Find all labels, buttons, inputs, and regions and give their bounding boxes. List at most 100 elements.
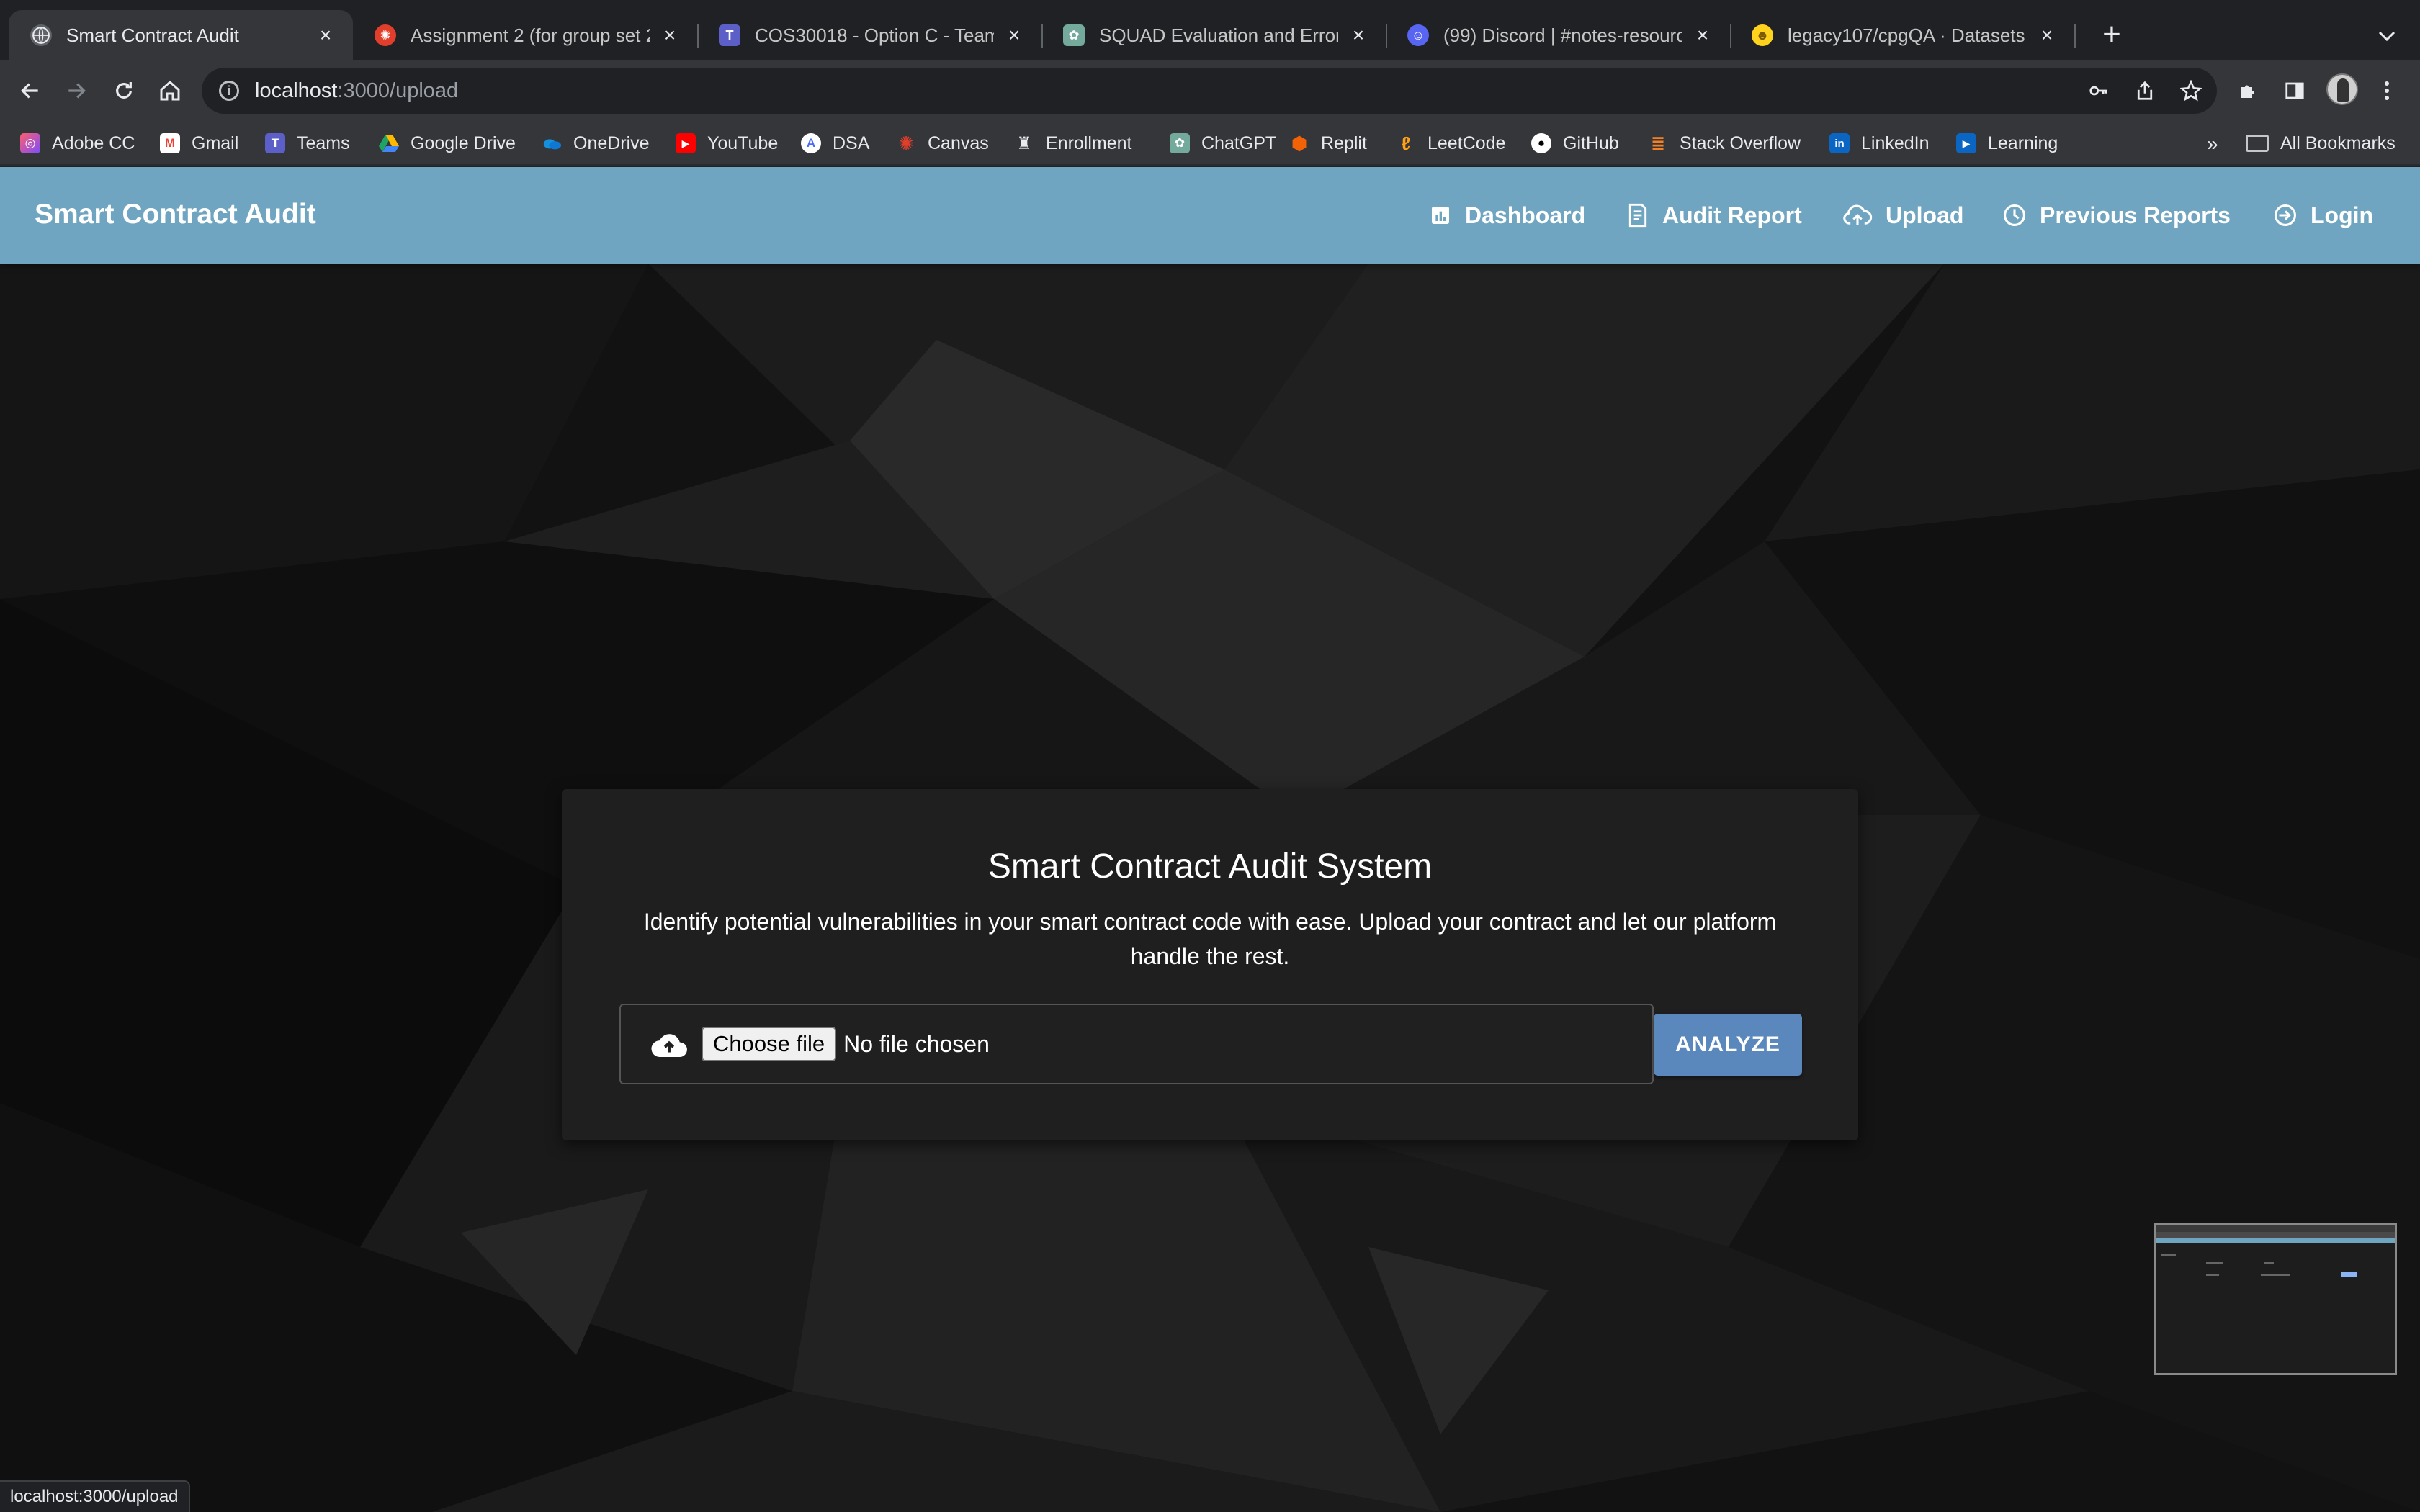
learning-icon: ▶ — [1956, 133, 1976, 153]
tab-discord[interactable]: ☺ (99) Discord | #notes-resources × — [1386, 10, 1730, 60]
bookmark-label: Stack Overflow — [1680, 132, 1801, 153]
thumbnail-line — [2264, 1262, 2274, 1264]
tab-title: SQUAD Evaluation and Error — [1099, 24, 1338, 46]
bookmark-onedrive[interactable]: OneDrive — [542, 130, 650, 157]
thumbnail-line — [2206, 1274, 2219, 1276]
side-panel-button[interactable] — [2277, 73, 2312, 108]
replit-icon: ⬢ — [1291, 132, 1308, 154]
home-button[interactable] — [153, 73, 187, 108]
bookmark-dsa[interactable]: A DSA — [801, 130, 869, 157]
address-bar[interactable]: i localhost:3000/upload — [202, 68, 2217, 114]
tab-title: Assignment 2 (for group set 2) — [411, 24, 650, 46]
folder-icon — [2246, 135, 2269, 152]
gmail-icon: M — [160, 133, 180, 153]
bookmark-enrollment[interactable]: ♜ Enrollment — [1014, 130, 1131, 157]
close-icon[interactable]: × — [1691, 24, 1714, 47]
close-icon[interactable]: × — [2035, 24, 2058, 47]
bookmark-gmail[interactable]: M Gmail — [160, 130, 238, 157]
bookmark-google-drive[interactable]: Google Drive — [379, 130, 516, 157]
bookmarks-overflow-button[interactable]: » — [2207, 132, 2218, 156]
analyze-button[interactable]: ANALYZE — [1654, 1014, 1802, 1076]
arrow-right-icon — [68, 83, 86, 99]
new-tab-button[interactable]: + — [2094, 19, 2129, 53]
all-bookmarks-button[interactable]: All Bookmarks — [2246, 130, 2396, 157]
card-title: Smart Contract Audit System — [987, 847, 1433, 886]
close-icon[interactable]: × — [658, 24, 681, 47]
clock-icon — [2003, 204, 2026, 227]
nav-login[interactable]: Login — [2273, 196, 2373, 235]
screenshot-preview-thumbnail[interactable] — [2154, 1223, 2397, 1375]
leetcode-icon: ℓ — [1401, 132, 1411, 154]
globe-icon — [30, 24, 52, 46]
chart-icon — [1432, 207, 1449, 224]
chatgpt-icon: ✿ — [1063, 24, 1085, 46]
browser-menu-button[interactable] — [2370, 73, 2404, 108]
arrow-left-icon — [21, 83, 38, 99]
nav-label: Audit Report — [1662, 202, 1802, 228]
cloud-upload-icon — [651, 1034, 687, 1057]
bookmark-stack-overflow[interactable]: ≣ Stack Overflow — [1648, 130, 1801, 157]
nav-upload[interactable]: Upload — [1842, 196, 1963, 235]
linkedin-icon: in — [1829, 133, 1850, 153]
password-key-button[interactable] — [2081, 73, 2116, 108]
web-page: Smart Contract Audit Dashboard Audit Rep… — [0, 167, 2420, 1512]
onedrive-icon — [542, 133, 562, 153]
extensions-button[interactable] — [2231, 73, 2266, 108]
bookmarks-bar: ◎ Adobe CC M Gmail T Teams Google Drive … — [0, 121, 2420, 166]
bookmark-learning[interactable]: ▶ Learning — [1956, 130, 2058, 157]
bookmark-leetcode[interactable]: ℓ LeetCode — [1396, 130, 1506, 157]
tab-squad-evaluation[interactable]: ✿ SQUAD Evaluation and Error × — [1041, 10, 1386, 60]
tab-strip: Smart Contract Audit × ✺ Assignment 2 (f… — [0, 0, 2420, 60]
nav-label: Upload — [1886, 202, 1964, 228]
thumbnail-navbar — [2156, 1238, 2395, 1243]
nav-audit-report[interactable]: Audit Report — [1626, 196, 1802, 235]
teams-icon: T — [719, 24, 740, 46]
bookmark-github[interactable]: ● GitHub — [1531, 130, 1619, 157]
tab-search-button[interactable] — [2370, 20, 2404, 52]
tab-title: COS30018 - Option C - Team — [755, 24, 994, 46]
enrollment-icon: ♜ — [1016, 133, 1032, 153]
nav-previous-reports[interactable]: Previous Reports — [2002, 196, 2231, 235]
browser-toolbar: i localhost:3000/upload — [0, 60, 2420, 121]
share-button[interactable] — [2128, 73, 2162, 108]
tab-cos30018[interactable]: T COS30018 - Option C - Team × — [697, 10, 1041, 60]
close-icon[interactable]: × — [1003, 24, 1026, 47]
nav-dashboard[interactable]: Dashboard — [1429, 196, 1585, 235]
profile-avatar[interactable] — [2326, 73, 2358, 105]
canvas-icon: ✺ — [375, 24, 396, 46]
bookmark-chatgpt[interactable]: ✿ ChatGPT — [1170, 130, 1276, 157]
bookmark-youtube[interactable]: ▶ YouTube — [676, 130, 778, 157]
chatgpt-icon: ✿ — [1170, 133, 1190, 153]
bookmark-linkedin[interactable]: in LinkedIn — [1829, 130, 1930, 157]
bookmark-adobe-cc[interactable]: ◎ Adobe CC — [20, 130, 135, 157]
nav-label: Dashboard — [1465, 202, 1586, 228]
forward-button[interactable] — [59, 73, 94, 108]
bookmark-label: Canvas — [928, 132, 989, 153]
reload-icon — [116, 82, 132, 99]
bookmark-canvas[interactable]: ✺ Canvas — [896, 130, 989, 157]
close-icon[interactable]: × — [314, 24, 337, 47]
reload-button[interactable] — [107, 73, 141, 108]
app-navbar: Smart Contract Audit Dashboard Audit Rep… — [0, 167, 2420, 264]
bookmark-label: LinkedIn — [1861, 132, 1930, 153]
share-icon — [2137, 81, 2153, 100]
cloud-upload-icon — [1843, 204, 1873, 225]
card-description: Identify potential vulnerabilities in yo… — [643, 909, 1777, 969]
tab-assignment-2[interactable]: ✺ Assignment 2 (for group set 2) × — [353, 10, 697, 60]
close-icon[interactable]: × — [1347, 24, 1370, 47]
bookmark-teams[interactable]: T Teams — [265, 130, 350, 157]
tab-huggingface-dataset[interactable]: ☻ legacy107/cpgQA · Datasets at × — [1730, 10, 2074, 60]
tab-smart-contract-audit[interactable]: Smart Contract Audit × — [9, 10, 353, 60]
choose-file-button[interactable]: Choose file — [702, 1027, 837, 1061]
thumbnail-button — [2341, 1272, 2357, 1277]
bookmark-label: LeetCode — [1428, 132, 1506, 153]
back-button[interactable] — [13, 73, 48, 108]
info-icon[interactable]: i — [219, 81, 239, 101]
bookmark-star-button[interactable] — [2174, 73, 2208, 108]
bookmark-replit[interactable]: ⬢ Replit — [1289, 130, 1367, 157]
app-brand[interactable]: Smart Contract Audit — [35, 199, 316, 230]
nav-label: Login — [2311, 202, 2374, 228]
url-host: localhost — [255, 78, 338, 102]
thumbnail-toolbar — [2156, 1232, 2395, 1238]
file-upload-field[interactable]: Choose file No file chosen — [619, 1004, 1654, 1084]
